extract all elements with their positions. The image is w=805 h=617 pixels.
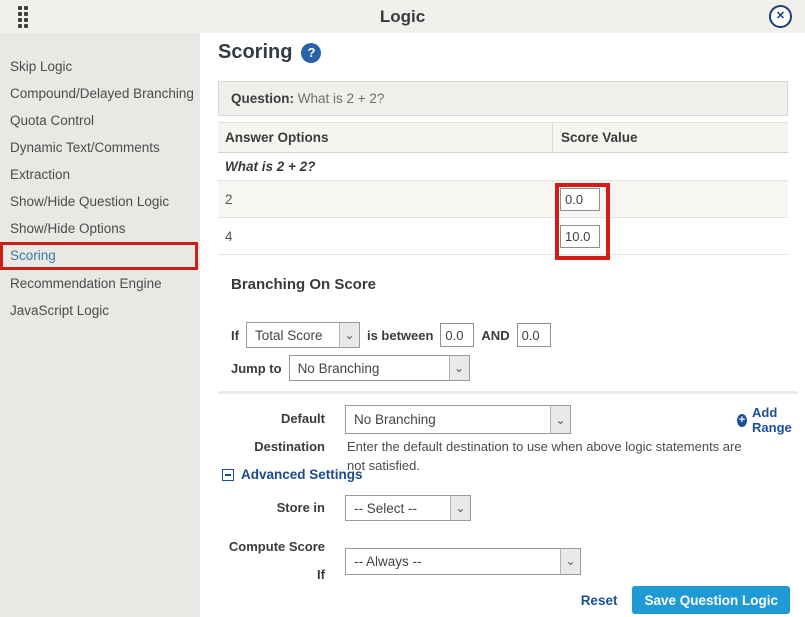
sidebar-item-scoring[interactable]: Scoring (0, 242, 198, 270)
help-icon[interactable]: ? (301, 43, 321, 63)
score-value-header: Score Value (552, 123, 788, 152)
answer-option-label: 4 (218, 229, 552, 244)
default-destination-select[interactable]: No Branching ⌄ (345, 405, 571, 434)
save-question-logic-button[interactable]: Save Question Logic (632, 586, 790, 614)
chevron-down-icon: ⌄ (449, 356, 469, 380)
add-icon: + (737, 414, 747, 427)
score-value-input[interactable] (560, 225, 600, 248)
add-range-link[interactable]: + Add Range (737, 405, 805, 435)
question-box: Question: What is 2 + 2? (218, 81, 788, 116)
chevron-down-icon: ⌄ (560, 549, 580, 574)
page-title-row: Scoring ? (218, 41, 321, 64)
default-destination-help-text: Enter the default destination to use whe… (347, 438, 747, 476)
sidebar-item-javascript-logic[interactable]: JavaScript Logic (0, 297, 200, 324)
close-icon[interactable]: ✕ (769, 5, 792, 28)
section-divider (218, 391, 798, 394)
compute-score-if-row: Compute Score If -- Always -- ⌄ (218, 533, 581, 589)
logic-sidebar: Skip Logic Compound/Delayed Branching Qu… (0, 33, 200, 617)
modal-title: Logic (0, 0, 805, 33)
drag-handle-icon[interactable] (18, 6, 28, 28)
compute-score-if-label: Compute Score If (218, 533, 325, 589)
store-in-label: Store in (218, 494, 325, 522)
jump-to-label: Jump to (231, 361, 282, 376)
answer-option-label: 2 (218, 192, 552, 207)
footer-actions: Reset Save Question Logic (581, 586, 790, 614)
if-label: If (231, 328, 239, 343)
question-text: What is 2 + 2? (298, 91, 385, 106)
sidebar-item-show-hide-question-logic[interactable]: Show/Hide Question Logic (0, 188, 200, 215)
table-row: 4 (218, 218, 788, 255)
sidebar-item-recommendation-engine[interactable]: Recommendation Engine (0, 270, 200, 297)
question-label: Question: (231, 91, 294, 106)
sidebar-item-dynamic-text-comments[interactable]: Dynamic Text/Comments (0, 134, 200, 161)
chevron-down-icon: ⌄ (339, 323, 359, 347)
sidebar-item-extraction[interactable]: Extraction (0, 161, 200, 188)
answer-options-header: Answer Options (218, 123, 552, 152)
jump-to-row: Jump to No Branching ⌄ (231, 355, 470, 381)
score-min-input[interactable] (440, 323, 474, 347)
chevron-down-icon: ⌄ (450, 496, 470, 520)
and-label: AND (481, 328, 509, 343)
sidebar-item-compound-delayed-branching[interactable]: Compound/Delayed Branching (0, 80, 200, 107)
question-group-row: What is 2 + 2? (218, 153, 788, 181)
score-max-input[interactable] (517, 323, 551, 347)
branching-on-score-title: Branching On Score (231, 276, 376, 293)
sidebar-item-skip-logic[interactable]: Skip Logic (0, 53, 200, 80)
sidebar-item-show-hide-options[interactable]: Show/Hide Options (0, 215, 200, 242)
score-table: Answer Options Score Value What is 2 + 2… (218, 122, 788, 255)
score-source-select[interactable]: Total Score ⌄ (246, 322, 360, 348)
scoring-panel: Scoring ? Question: What is 2 + 2? Answe… (200, 33, 805, 617)
sidebar-item-quota-control[interactable]: Quota Control (0, 107, 200, 134)
is-between-label: is between (367, 328, 433, 343)
score-table-header: Answer Options Score Value (218, 122, 788, 153)
score-value-input[interactable] (560, 188, 600, 211)
advanced-settings-toggle[interactable]: Advanced Settings (222, 467, 363, 482)
collapse-icon (222, 469, 234, 481)
score-condition-row: If Total Score ⌄ is between AND (231, 322, 551, 348)
store-in-row: Store in -- Select -- ⌄ (218, 494, 471, 522)
jump-to-select[interactable]: No Branching ⌄ (289, 355, 470, 381)
store-in-select[interactable]: -- Select -- ⌄ (345, 495, 471, 521)
default-destination-label: Default Destination (218, 405, 325, 461)
compute-score-if-select[interactable]: -- Always -- ⌄ (345, 548, 581, 575)
table-row: 2 (218, 181, 788, 218)
reset-link[interactable]: Reset (581, 593, 618, 608)
page-title: Scoring (218, 41, 292, 64)
modal-header: Logic ✕ (0, 0, 805, 33)
logic-modal: Logic ✕ Skip Logic Compound/Delayed Bran… (0, 0, 805, 617)
chevron-down-icon: ⌄ (550, 406, 570, 433)
